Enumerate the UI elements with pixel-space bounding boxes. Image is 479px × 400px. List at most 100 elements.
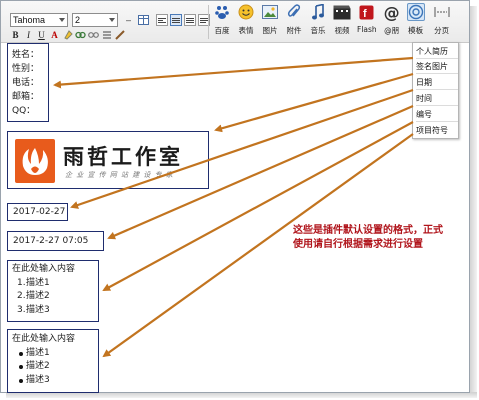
editor-toolbar: Tahoma 2 – B I U A 百度 表情 图片 附件 音乐 视频 f F… xyxy=(1,1,469,43)
list-item: 描述1 xyxy=(12,347,98,361)
list-icon[interactable] xyxy=(101,30,112,41)
music-button[interactable]: 音乐 xyxy=(309,3,327,43)
attachment-button[interactable]: 附件 xyxy=(285,3,303,43)
toolbar-insert-group: 百度 表情 图片 附件 音乐 视频 f Flash @ @朋 模板 分页 xyxy=(208,3,457,43)
unlink-icon[interactable] xyxy=(88,30,99,41)
template-icon xyxy=(406,3,425,21)
attachment-icon xyxy=(285,3,303,21)
font-family-select[interactable]: Tahoma xyxy=(10,13,68,27)
numbered-list-heading: 在此处输入内容 xyxy=(12,264,76,274)
name-field-label: 姓名： xyxy=(12,50,40,60)
list-number: 3. xyxy=(17,304,26,315)
list-item: 2. 描述2 xyxy=(12,290,98,304)
align-right-icon[interactable] xyxy=(184,14,196,26)
font-size-value: 2 xyxy=(75,15,81,25)
svg-text:f: f xyxy=(363,8,367,20)
font-color-icon[interactable]: A xyxy=(49,30,60,41)
menu-item-resume[interactable]: 个人简历 xyxy=(416,45,458,59)
baidu-icon xyxy=(213,3,231,21)
list-item-text: 描述1 xyxy=(26,277,50,288)
list-number: 2. xyxy=(17,291,26,301)
qq-field-label: QQ： xyxy=(12,106,36,116)
template-dropdown-menu: 个人简历 签名图片 日期 时间 编号 项目符号 xyxy=(412,42,459,139)
music-icon xyxy=(309,3,327,21)
bullet-icon xyxy=(19,365,23,369)
chevron-down-icon xyxy=(59,18,65,22)
list-item: 3. 描述3 xyxy=(12,304,98,318)
mention-label: @朋 xyxy=(384,26,400,35)
resume-template-block[interactable]: 姓名： 性别： 电话： 邮箱： QQ： xyxy=(7,43,49,122)
banner-subtitle: 企业宣传网站建设专家 xyxy=(65,171,177,179)
image-button[interactable]: 图片 xyxy=(261,3,279,43)
studio-logo-icon xyxy=(15,139,55,183)
emoticon-button[interactable]: 表情 xyxy=(237,3,255,43)
flash-icon: f xyxy=(358,3,376,21)
image-icon xyxy=(261,3,279,21)
page-break-label: 分页 xyxy=(434,26,450,35)
attachment-label: 附件 xyxy=(286,26,302,35)
bullet-list-block[interactable]: 在此处输入内容 描述1 描述2 描述3 xyxy=(7,329,99,393)
bullet-icon xyxy=(19,351,23,356)
mention-button[interactable]: @ @朋 xyxy=(383,3,401,43)
italic-icon[interactable]: I xyxy=(23,30,34,41)
toolbar-divider xyxy=(208,5,209,39)
list-item-text: 描述2 xyxy=(26,361,50,371)
menu-item-numbering[interactable]: 编号 xyxy=(416,108,458,122)
template-button[interactable]: 模板 xyxy=(406,3,425,43)
flash-label: Flash xyxy=(357,25,377,34)
baidu-label: 百度 xyxy=(214,26,230,35)
font-size-select[interactable]: 2 xyxy=(72,13,118,27)
gender-field-label: 性别： xyxy=(12,64,40,74)
video-label: 视频 xyxy=(334,26,350,35)
menu-item-time[interactable]: 时间 xyxy=(416,92,458,106)
template-label: 模板 xyxy=(408,26,424,35)
underline-icon[interactable]: U xyxy=(36,30,47,41)
numbered-list-block[interactable]: 在此处输入内容 1. 描述1 2. 描述2 3. 描述3 xyxy=(7,260,99,322)
minus-icon[interactable]: – xyxy=(122,14,135,27)
bullet-icon xyxy=(19,378,23,383)
bold-icon[interactable]: B xyxy=(10,30,21,41)
list-number: 1. xyxy=(17,277,26,288)
menu-item-bullets[interactable]: 项目符号 xyxy=(416,124,458,138)
menu-item-date[interactable]: 日期 xyxy=(416,76,458,90)
list-item: 1. 描述1 xyxy=(12,277,98,291)
music-label: 音乐 xyxy=(310,26,326,35)
bullet-list-heading: 在此处输入内容 xyxy=(12,334,76,344)
toolbar-row-2: B I U A xyxy=(10,29,127,41)
emoticon-label: 表情 xyxy=(238,26,254,35)
list-item-text: 描述3 xyxy=(26,304,50,315)
banner-title: 雨哲工作室 xyxy=(63,144,183,169)
list-item: 描述3 xyxy=(12,374,98,388)
align-left-icon[interactable] xyxy=(156,14,168,26)
chevron-down-icon xyxy=(109,18,115,22)
screenshot-frame: Tahoma 2 – B I U A 百度 表情 图片 附件 音乐 视频 f F… xyxy=(0,0,479,400)
highlight-icon[interactable] xyxy=(62,30,73,41)
menu-item-signature-image[interactable]: 签名图片 xyxy=(416,60,458,74)
link-icon[interactable] xyxy=(75,30,86,41)
signature-image-block[interactable]: 雨哲工作室 企业宣传网站建设专家 xyxy=(7,131,209,189)
table-icon[interactable] xyxy=(137,14,150,27)
list-item-text: 描述2 xyxy=(26,291,50,301)
emoticon-icon xyxy=(237,3,255,21)
list-item-text: 描述1 xyxy=(26,347,50,358)
font-family-value: Tahoma xyxy=(13,15,46,25)
page-break-icon xyxy=(433,3,451,21)
video-button[interactable]: 视频 xyxy=(333,3,351,43)
phone-field-label: 电话： xyxy=(12,78,40,88)
baidu-button[interactable]: 百度 xyxy=(213,3,231,43)
time-block[interactable]: 2017-2-27 07:05 xyxy=(7,231,104,251)
list-item-text: 描述3 xyxy=(26,374,50,385)
frame-shadow-right xyxy=(469,6,477,396)
at-icon: @ xyxy=(383,2,400,22)
flash-button[interactable]: f Flash xyxy=(357,3,377,43)
page-break-button[interactable]: 分页 xyxy=(433,3,451,43)
annotation-note: 这些是插件默认设置的格式，正式使用请自行根据需求进行设置 xyxy=(293,225,443,250)
video-icon xyxy=(333,3,351,21)
date-block[interactable]: 2017-02-27 xyxy=(7,203,68,221)
align-center-icon[interactable] xyxy=(170,14,182,26)
brush-icon[interactable] xyxy=(114,30,125,41)
image-label: 图片 xyxy=(262,26,278,35)
toolbar-row-1: Tahoma 2 – xyxy=(10,13,210,27)
email-field-label: 邮箱： xyxy=(12,92,40,102)
list-item: 描述2 xyxy=(12,360,98,374)
